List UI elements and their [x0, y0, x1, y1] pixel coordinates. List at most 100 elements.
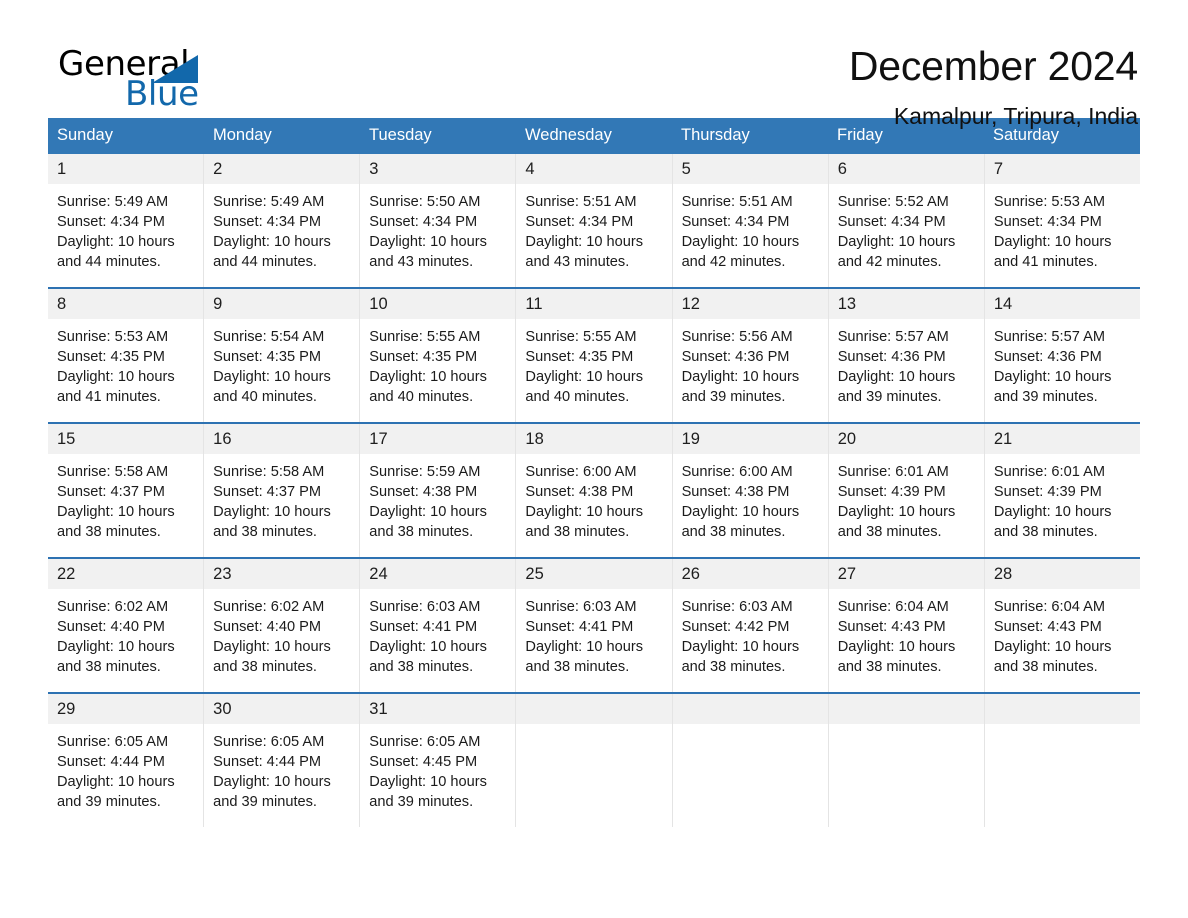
day-details: Sunrise: 5:53 AM Sunset: 4:34 PM Daylight:…	[985, 184, 1140, 272]
day-cell[interactable]: 28 Sunrise: 6:04 AM Sunset: 4:43 PM Dayligh…	[983, 559, 1140, 692]
day-cell[interactable]: 15 Sunrise: 5:58 AM Sunset: 4:37 PM Dayligh…	[48, 424, 204, 557]
daylight-text: Daylight: 10 hours and 39 minutes.	[57, 774, 175, 810]
day-cell[interactable]: 21 Sunrise: 6:01 AM Sunset: 4:39 PM Dayligh…	[983, 424, 1140, 557]
day-cell[interactable]: 2 Sunrise: 5:49 AM Sunset: 4:34 PM Daylight…	[203, 154, 360, 287]
sunrise-text: Sunrise: 5:53 AM	[57, 329, 169, 345]
day-details: Sunrise: 6:02 AM Sunset: 4:40 PM Daylight:…	[204, 589, 359, 677]
sunset-text: Sunset: 4:38 PM	[369, 484, 478, 500]
sunset-text: Sunset: 4:36 PM	[681, 349, 790, 365]
day-details: Sunrise: 5:57 AM Sunset: 4:36 PM Daylight:…	[985, 319, 1140, 407]
sunrise-text: Sunrise: 6:02 AM	[213, 599, 325, 615]
day-cell[interactable]: 10 Sunrise: 5:55 AM Sunset: 4:35 PM Dayligh…	[359, 289, 516, 422]
daylight-text: Daylight: 10 hours and 38 minutes.	[369, 504, 487, 540]
day-cell[interactable]: 20 Sunrise: 6:01 AM Sunset: 4:39 PM Dayligh…	[827, 424, 984, 557]
day-cell[interactable]: 11 Sunrise: 5:55 AM Sunset: 4:35 PM Dayligh…	[515, 289, 672, 422]
calendar-page: General Blue December 2024 Kamalpur, Tri…	[0, 0, 1188, 918]
sunrise-text: Sunrise: 6:03 AM	[525, 599, 637, 615]
day-cell[interactable]: 31 Sunrise: 6:05 AM Sunset: 4:45 PM Dayligh…	[359, 694, 516, 827]
sunrise-text: Sunrise: 5:50 AM	[369, 194, 481, 210]
day-cell[interactable]: 23 Sunrise: 6:02 AM Sunset: 4:40 PM Dayligh…	[203, 559, 360, 692]
daylight-text: Daylight: 10 hours and 38 minutes.	[213, 504, 331, 540]
day-cell[interactable]: 22 Sunrise: 6:02 AM Sunset: 4:40 PM Dayligh…	[48, 559, 204, 692]
sunset-text: Sunset: 4:34 PM	[681, 214, 790, 230]
sunrise-text: Sunrise: 5:51 AM	[525, 194, 637, 210]
sunrise-text: Sunrise: 6:04 AM	[837, 599, 949, 615]
day-number: 23	[204, 559, 360, 589]
day-cell[interactable]: 9 Sunrise: 5:54 AM Sunset: 4:35 PM Daylight…	[203, 289, 360, 422]
day-number	[984, 694, 1140, 724]
day-cell[interactable]: 25 Sunrise: 6:03 AM Sunset: 4:41 PM Dayligh…	[515, 559, 672, 692]
sunrise-text: Sunrise: 6:03 AM	[369, 599, 481, 615]
weekday-thursday: Thursday	[681, 126, 750, 144]
sunset-text: Sunset: 4:35 PM	[57, 349, 165, 365]
day-cell[interactable]: 3 Sunrise: 5:50 AM Sunset: 4:34 PM Daylight…	[359, 154, 516, 287]
day-details: Sunrise: 5:55 AM Sunset: 4:35 PM Daylight:…	[516, 319, 671, 407]
day-cell-empty	[983, 694, 1140, 827]
sunset-text: Sunset: 4:36 PM	[993, 349, 1102, 365]
day-number: 29	[48, 694, 204, 724]
day-details: Sunrise: 6:04 AM Sunset: 4:43 PM Daylight:…	[829, 589, 984, 677]
calendar-table: Sunday Monday Tuesday Wednesday Thursday…	[48, 118, 1140, 827]
weekday-saturday: Saturday	[993, 126, 1060, 144]
day-details: Sunrise: 5:53 AM Sunset: 4:35 PM Daylight:…	[48, 319, 203, 407]
sunset-text: Sunset: 4:34 PM	[525, 214, 634, 230]
daylight-text: Daylight: 10 hours and 38 minutes.	[681, 504, 800, 540]
sunset-text: Sunset: 4:34 PM	[837, 214, 946, 230]
day-cell[interactable]: 12 Sunrise: 5:56 AM Sunset: 4:36 PM Dayligh…	[671, 289, 828, 422]
sunset-text: Sunset: 4:40 PM	[57, 619, 165, 635]
calendar-week-row: 15 Sunrise: 5:58 AM Sunset: 4:37 PM Dayligh…	[48, 422, 1140, 557]
day-number: 4	[516, 154, 672, 184]
daylight-text: Daylight: 10 hours and 43 minutes.	[525, 234, 644, 270]
day-cell[interactable]: 27 Sunrise: 6:04 AM Sunset: 4:43 PM Dayligh…	[827, 559, 984, 692]
page-title: December 2024	[848, 43, 1138, 89]
day-number: 12	[672, 289, 828, 319]
day-details: Sunrise: 6:01 AM Sunset: 4:39 PM Daylight:…	[985, 454, 1140, 542]
day-cell[interactable]: 5 Sunrise: 5:51 AM Sunset: 4:34 PM Daylight…	[671, 154, 828, 287]
daylight-text: Daylight: 10 hours and 44 minutes.	[213, 234, 331, 270]
day-cell[interactable]: 26 Sunrise: 6:03 AM Sunset: 4:42 PM Dayligh…	[671, 559, 828, 692]
day-details: Sunrise: 5:52 AM Sunset: 4:34 PM Daylight:…	[829, 184, 984, 272]
calendar-week-row: 1 Sunrise: 5:49 AM Sunset: 4:34 PM Daylight…	[48, 154, 1140, 287]
day-cell[interactable]: 30 Sunrise: 6:05 AM Sunset: 4:44 PM Dayligh…	[203, 694, 360, 827]
sunrise-text: Sunrise: 5:58 AM	[213, 464, 325, 480]
day-cell[interactable]: 13 Sunrise: 5:57 AM Sunset: 4:36 PM Dayligh…	[827, 289, 984, 422]
daylight-text: Daylight: 10 hours and 38 minutes.	[525, 504, 644, 540]
sunset-text: Sunset: 4:44 PM	[57, 754, 165, 770]
daylight-text: Daylight: 10 hours and 38 minutes.	[837, 504, 956, 540]
day-cell[interactable]: 29 Sunrise: 6:05 AM Sunset: 4:44 PM Dayligh…	[48, 694, 204, 827]
sunrise-text: Sunrise: 6:00 AM	[681, 464, 793, 480]
day-cell[interactable]: 17 Sunrise: 5:59 AM Sunset: 4:38 PM Dayligh…	[359, 424, 516, 557]
daylight-text: Daylight: 10 hours and 44 minutes.	[57, 234, 175, 270]
sunset-text: Sunset: 4:36 PM	[837, 349, 946, 365]
weekday-sunday: Sunday	[57, 126, 113, 144]
day-cell[interactable]: 8 Sunrise: 5:53 AM Sunset: 4:35 PM Daylight…	[48, 289, 204, 422]
day-cell[interactable]: 7 Sunrise: 5:53 AM Sunset: 4:34 PM Daylight…	[983, 154, 1140, 287]
generalblue-logo[interactable]: General Blue	[48, 42, 228, 116]
daylight-text: Daylight: 10 hours and 38 minutes.	[993, 639, 1112, 675]
day-details: Sunrise: 5:58 AM Sunset: 4:37 PM Daylight:…	[48, 454, 203, 542]
day-cell[interactable]: 6 Sunrise: 5:52 AM Sunset: 4:34 PM Daylight…	[827, 154, 984, 287]
title-block: December 2024 Kamalpur, Tripura, India	[849, 42, 1140, 130]
day-cell[interactable]: 14 Sunrise: 5:57 AM Sunset: 4:36 PM Dayligh…	[983, 289, 1140, 422]
sunset-text: Sunset: 4:34 PM	[993, 214, 1102, 230]
weekday-header-row: Sunday Monday Tuesday Wednesday Thursday…	[48, 118, 1140, 154]
calendar-weeks: 1 Sunrise: 5:49 AM Sunset: 4:34 PM Daylight…	[48, 154, 1140, 827]
day-cell[interactable]: 4 Sunrise: 5:51 AM Sunset: 4:34 PM Daylight…	[515, 154, 672, 287]
day-cell[interactable]: 24 Sunrise: 6:03 AM Sunset: 4:41 PM Dayligh…	[359, 559, 516, 692]
daylight-text: Daylight: 10 hours and 43 minutes.	[369, 234, 487, 270]
day-details: Sunrise: 6:00 AM Sunset: 4:38 PM Daylight:…	[516, 454, 671, 542]
day-details: Sunrise: 5:51 AM Sunset: 4:34 PM Daylight:…	[673, 184, 828, 272]
day-details: Sunrise: 6:00 AM Sunset: 4:38 PM Daylight:…	[673, 454, 828, 542]
day-cell[interactable]: 16 Sunrise: 5:58 AM Sunset: 4:37 PM Dayligh…	[203, 424, 360, 557]
day-details: Sunrise: 5:54 AM Sunset: 4:35 PM Daylight:…	[204, 319, 359, 407]
day-cell[interactable]: 18 Sunrise: 6:00 AM Sunset: 4:38 PM Dayligh…	[515, 424, 672, 557]
day-cell[interactable]: 1 Sunrise: 5:49 AM Sunset: 4:34 PM Daylight…	[48, 154, 204, 287]
day-cell[interactable]: 19 Sunrise: 6:00 AM Sunset: 4:38 PM Dayligh…	[671, 424, 828, 557]
day-number: 22	[48, 559, 204, 589]
day-cell-empty	[515, 694, 672, 827]
sunset-text: Sunset: 4:44 PM	[213, 754, 322, 770]
weekday-monday: Monday	[213, 126, 272, 144]
sunset-text: Sunset: 4:37 PM	[57, 484, 165, 500]
daylight-text: Daylight: 10 hours and 40 minutes.	[213, 369, 331, 405]
sunset-text: Sunset: 4:34 PM	[369, 214, 478, 230]
